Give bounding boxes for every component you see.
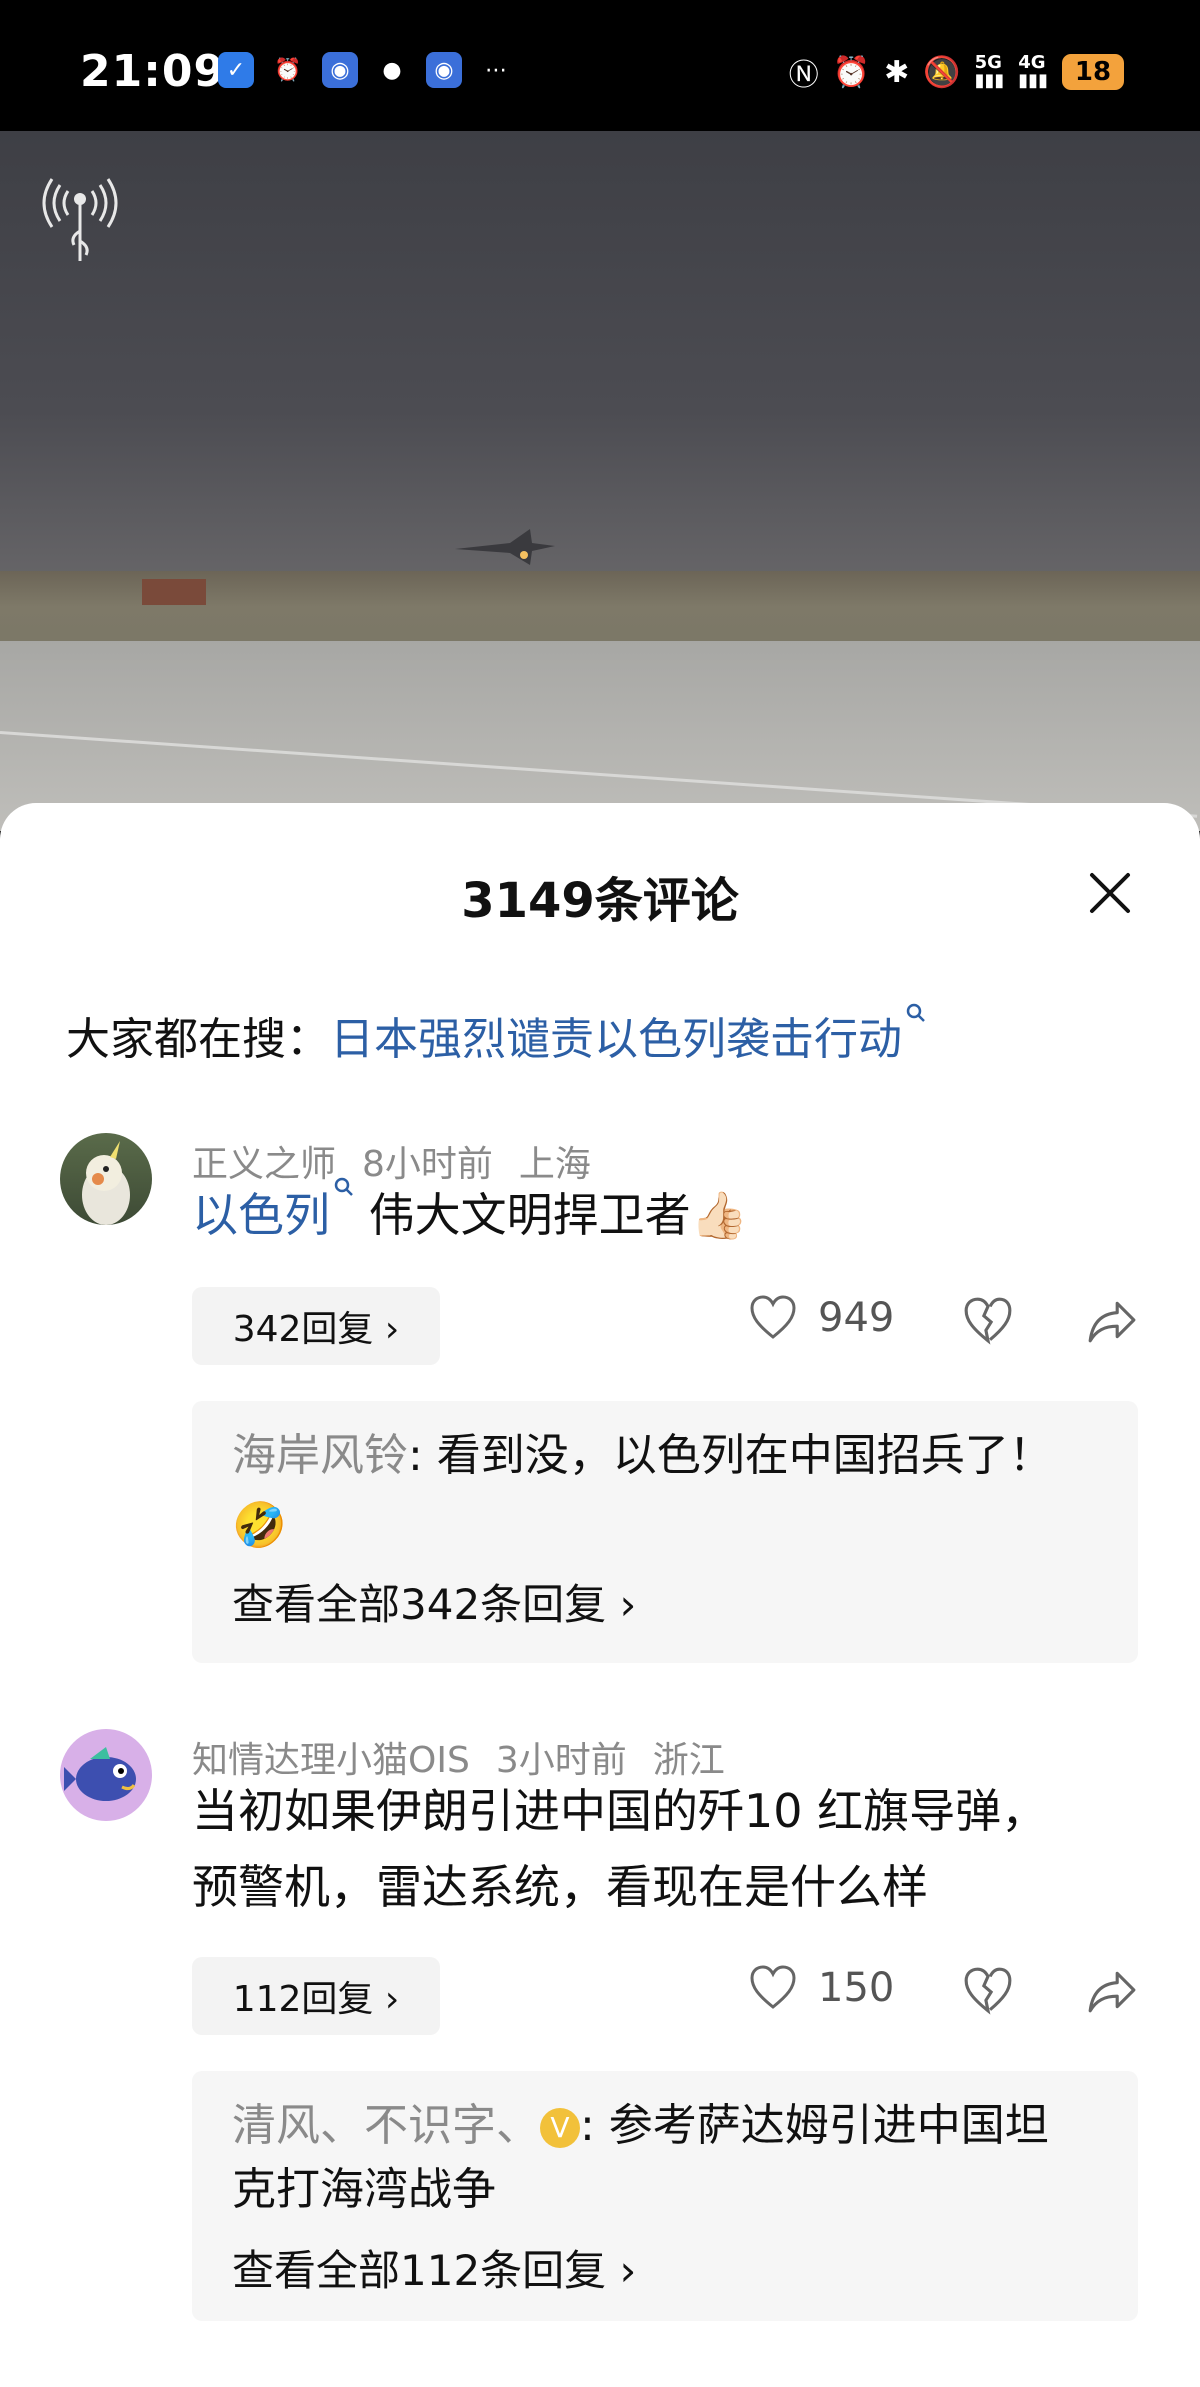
video-building <box>142 579 206 605</box>
status-time: 21:09 <box>80 46 226 97</box>
reply-username[interactable]: 海岸风铃 <box>232 1430 408 1481</box>
nfc-icon: Ⓝ <box>788 58 819 93</box>
bluetooth-icon: ✱ <box>884 54 910 90</box>
trending-search[interactable]: 大家都在搜：日本强烈谴责以色列袭击行动 <box>66 1003 926 1067</box>
trending-query-link[interactable]: 日本强烈谴责以色列袭击行动 <box>330 1014 902 1065</box>
comment-body-line-1: 当初如果伊朗引进中国的歼10 红旗导弹， <box>192 1784 1048 1838</box>
comments-count-title: 3149条评论 <box>461 873 739 929</box>
comment-text: 当初如果伊朗引进中国的歼10 红旗导弹， 预警机，雷达系统，看现在是什么样 <box>192 1773 1142 1925</box>
app-badge-icon: ◉ <box>322 52 358 88</box>
shield-icon: ✓ <box>218 52 254 88</box>
avatar[interactable] <box>60 1729 152 1821</box>
replies-button[interactable]: 112回复 › <box>192 1957 440 2035</box>
reply-text-line-2: 克打海湾战争 <box>232 2164 496 2215</box>
heart-icon <box>750 1965 796 2009</box>
close-icon[interactable] <box>1086 869 1134 917</box>
top-reply-line: 清风、不识字、 V: 参考萨达姆引进中国坦 <box>232 2091 1049 2161</box>
laugh-emoji: 🤣 <box>232 1500 287 1551</box>
heart-icon <box>750 1295 796 1339</box>
comments-sheet: 3149条评论 大家都在搜：日本强烈谴责以色列袭击行动 正义之师 8小时前 上海 以… <box>0 803 1200 2387</box>
chat-bubble-icon: ● <box>382 57 402 83</box>
reply-username[interactable]: 清风、不识字、 <box>232 2100 540 2151</box>
mute-icon: 🔕 <box>923 54 961 90</box>
jet-image <box>455 529 555 565</box>
search-icon <box>334 1177 353 1196</box>
top-reply-box[interactable]: 海岸风铃: 看到没，以色列在中国招兵了！ 🤣 查看全部342条回复 › <box>192 1401 1138 1663</box>
replies-button[interactable]: 342回复 › <box>192 1287 440 1365</box>
bird-avatar-image <box>82 1141 130 1225</box>
reply-text: : 参考萨达姆引进中国坦 <box>580 2100 1049 2151</box>
reply-text: : 看到没，以色列在中国招兵了！ <box>408 1430 1053 1481</box>
search-icon <box>906 1003 925 1022</box>
like-count: 949 <box>818 1295 895 1341</box>
system-icons: Ⓝ ⏰ ✱ 🔕 5G ▮▮▮ 4G ▮▮▮ 18 <box>789 50 1124 94</box>
share-icon[interactable] <box>1086 1965 1138 2017</box>
more-notifications-icon: ⋯ <box>485 57 507 83</box>
alarm-app-icon: ⏰ <box>274 57 302 83</box>
signal-5g-icon: 5G ▮▮▮ <box>974 52 1005 91</box>
dislike-heart-icon[interactable] <box>962 1965 1014 2017</box>
like-button[interactable]: 150 <box>748 1963 894 2013</box>
dislike-heart-icon[interactable] <box>962 1295 1014 1347</box>
comment-body-line-2: 预警机，雷达系统，看现在是什么样 <box>192 1860 928 1914</box>
trending-label: 大家都在搜： <box>66 1014 330 1065</box>
thumbs-up-emoji: 👍🏻 <box>690 1188 748 1242</box>
like-button[interactable]: 949 <box>748 1293 894 1343</box>
notification-icons: ✓ ⏰ ◉ ● ◉ ⋯ <box>218 52 514 88</box>
signal-4g-icon: 4G ▮▮▮ <box>1018 52 1048 91</box>
share-icon[interactable] <box>1086 1295 1138 1347</box>
avatar[interactable] <box>60 1133 152 1225</box>
comment-body: 伟大文明捍卫者 <box>354 1188 691 1242</box>
verified-badge-icon: V <box>540 2108 580 2148</box>
top-reply-line: 海岸风铃: 看到没，以色列在中国招兵了！ <box>232 1421 1053 1491</box>
like-count: 150 <box>818 1965 895 2011</box>
alarm-icon: ⏰ <box>832 54 871 90</box>
view-all-replies-link[interactable]: 查看全部342条回复 › <box>232 1571 636 1632</box>
video-player[interactable] <box>0 131 1200 831</box>
status-bar: 21:09 ✓ ⏰ ◉ ● ◉ ⋯ Ⓝ ⏰ ✱ 🔕 5G ▮▮▮ 4G ▮▮▮ 18 <box>0 0 1200 131</box>
comment-keyword-link[interactable]: 以色列 <box>192 1188 330 1242</box>
top-reply-box[interactable]: 清风、不识字、 V: 参考萨达姆引进中国坦 克打海湾战争 查看全部112条回复 › <box>192 2071 1138 2321</box>
comment-text: 以色列 伟大文明捍卫者👍🏻 <box>192 1177 1142 1253</box>
channel-logo-icon <box>42 178 118 261</box>
battery-icon: 18 <box>1062 54 1124 90</box>
app-badge-icon-2: ◉ <box>426 52 462 88</box>
fish-avatar-image <box>64 1747 136 1801</box>
view-all-replies-link[interactable]: 查看全部112条回复 › <box>232 2237 636 2298</box>
